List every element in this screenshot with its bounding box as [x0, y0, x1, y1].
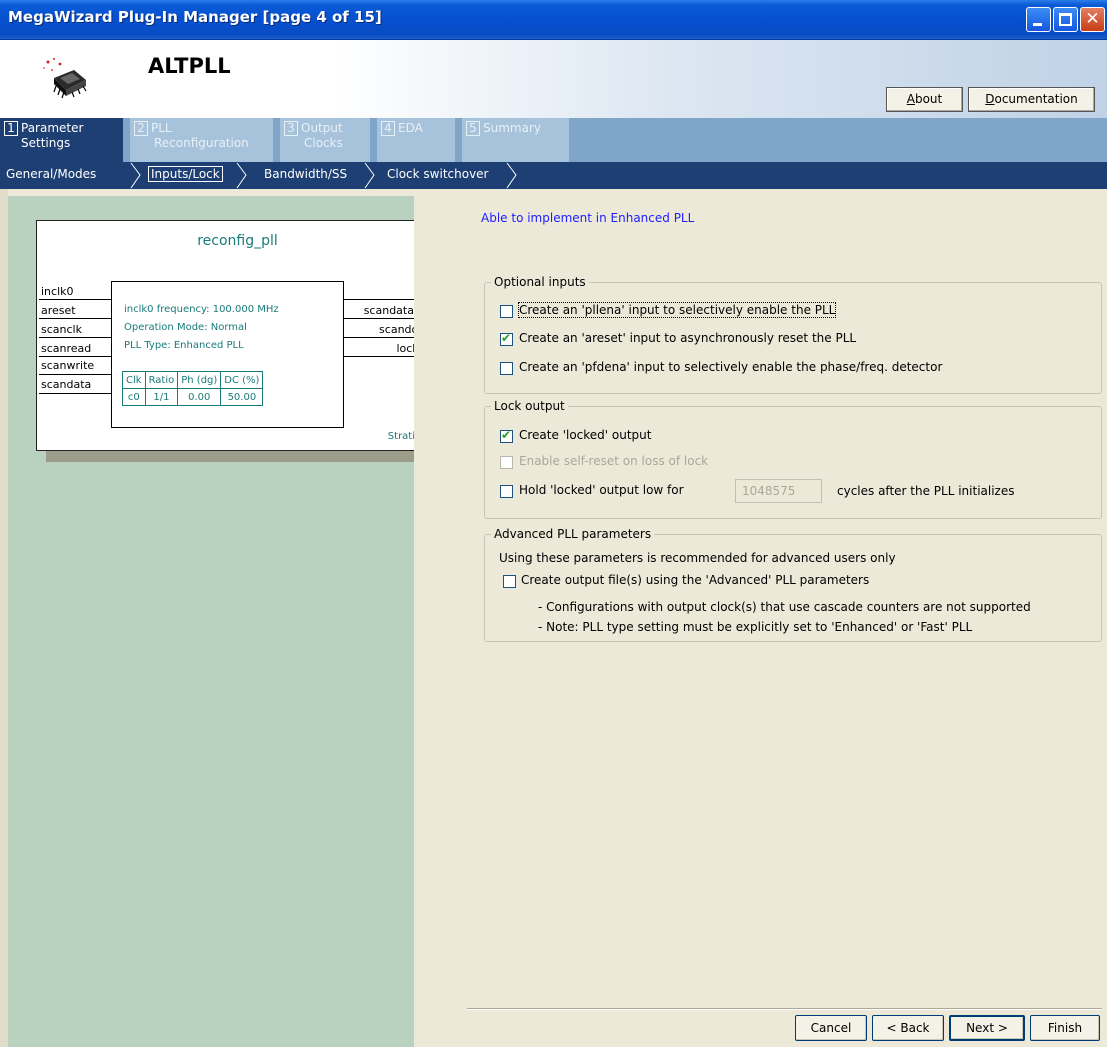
pll-info-frequency: inclk0 frequency: 100.000 MHz [124, 304, 279, 315]
pin-line [39, 393, 111, 394]
title-bar: MegaWizard Plug-In Manager [page 4 of 15… [0, 0, 1107, 40]
tab-label-line2: Reconfiguration [154, 136, 249, 150]
pll-info-mode: Operation Mode: Normal [124, 322, 247, 333]
tab-label: Parameter [21, 121, 84, 135]
left-panel-border [0, 189, 8, 1047]
tab-number: 2 [134, 121, 148, 136]
areset-checkbox[interactable] [500, 331, 513, 346]
chevron-right-icon [506, 162, 517, 189]
advanced-description: Using these parameters is recommended fo… [499, 551, 896, 565]
pin-line [39, 318, 111, 319]
pin-line [39, 374, 111, 375]
cancel-button[interactable]: Cancel [795, 1015, 867, 1041]
next-button[interactable]: Next > [949, 1015, 1025, 1041]
button-separator [467, 1008, 1102, 1010]
pin-areset: areset [41, 304, 76, 317]
table-cell: c0 [122, 388, 146, 406]
pin-line [39, 356, 111, 357]
pin-line [39, 299, 111, 300]
tab-label: Summary [483, 121, 541, 135]
tab-number: 1 [4, 121, 18, 136]
self-reset-checkbox[interactable] [500, 456, 513, 469]
self-reset-label: Enable self-reset on loss of lock [519, 454, 709, 468]
pin-scanread: scanread [41, 342, 92, 355]
tab-number: 5 [466, 121, 480, 136]
create-locked-label[interactable]: Create 'locked' output [519, 428, 651, 442]
documentation-button[interactable]: Documentation [968, 87, 1095, 112]
pin-scanclk: scanclk [41, 323, 82, 336]
tab-number: 3 [284, 121, 298, 136]
component-title: ALTPLL [148, 54, 231, 78]
window-title: MegaWizard Plug-In Manager [page 4 of 15… [8, 8, 382, 26]
finish-button[interactable]: Finish [1030, 1015, 1100, 1041]
tab-label-line2: Clocks [304, 136, 343, 150]
minimize-button[interactable] [1026, 7, 1051, 32]
table-header: DC (%) [220, 371, 264, 389]
advanced-note: - Note: PLL type setting must be explici… [538, 620, 973, 634]
table-cell: 1/1 [144, 388, 179, 406]
table-row: c0 1/1 0.00 50.00 [122, 388, 264, 406]
pin-line [39, 337, 111, 338]
tab-summary[interactable]: 5 Summary [462, 118, 569, 162]
subnav-clock-switchover[interactable]: Clock switchover [387, 167, 488, 181]
pllena-label[interactable]: Create an 'pllena' input to selectively … [517, 302, 837, 318]
group-legend: Optional inputs [491, 275, 589, 289]
tab-eda[interactable]: 4 EDA [377, 118, 455, 162]
group-legend: Advanced PLL parameters [491, 527, 655, 541]
close-button[interactable]: ✕ [1080, 7, 1105, 32]
pin-inclk0: inclk0 [41, 285, 74, 298]
table-header-row: Clk Ratio Ph (dg) DC (%) [122, 371, 264, 389]
create-locked-checkbox[interactable] [500, 428, 513, 443]
tab-label: PLL [151, 121, 172, 135]
wizard-tabs: 1 Parameter Settings 2 PLL Reconfiguration 3… [0, 118, 1107, 162]
pin-scanwrite: scanwrite [41, 359, 95, 372]
table-header: Ph (dg) [177, 371, 222, 389]
tab-output-clocks[interactable]: 3 Output Clocks [280, 118, 370, 162]
hold-locked-checkbox[interactable] [500, 485, 513, 498]
chevron-right-icon [130, 162, 141, 189]
advanced-note: - Configurations with output clock(s) th… [538, 600, 1031, 614]
tab-label-line2: Settings [21, 136, 71, 150]
group-legend: Lock output [491, 399, 568, 413]
pll-symbol: reconfig_pll inclk0 areset scanclk scanr… [36, 220, 439, 451]
table-header: Ratio [144, 371, 179, 389]
pll-clock-table: Clk Ratio Ph (dg) DC (%) c0 1/1 0.00 50.… [122, 371, 264, 406]
pfdena-label[interactable]: Create an 'pfdena' input to selectively … [519, 360, 942, 374]
hold-cycles-input[interactable]: 1048575 [735, 479, 822, 503]
symbol-name: reconfig_pll [197, 233, 278, 249]
table-cell: 50.00 [220, 388, 264, 406]
tab-label: Output [301, 121, 343, 135]
table-cell: 0.00 [177, 388, 222, 406]
back-button[interactable]: < Back [872, 1015, 944, 1041]
tab-number: 4 [381, 121, 395, 136]
maximize-button[interactable] [1053, 7, 1078, 32]
subnav-bandwidth-ss[interactable]: Bandwidth/SS [264, 167, 347, 181]
maximize-icon [1059, 13, 1072, 26]
areset-label[interactable]: Create an 'areset' input to asynchronous… [519, 331, 856, 345]
subnav-inputs-lock[interactable]: Inputs/Lock [148, 166, 223, 182]
table-header: Clk [122, 371, 146, 389]
close-icon: ✕ [1085, 9, 1100, 29]
tab-label: EDA [398, 121, 423, 135]
minimize-icon [1033, 23, 1042, 26]
tab-parameter-settings[interactable]: 1 Parameter Settings [0, 118, 123, 162]
tab-pll-reconfiguration[interactable]: 2 PLL Reconfiguration [130, 118, 273, 162]
sub-navigation: General/Modes Inputs/Lock Bandwidth/SS C… [0, 162, 1107, 189]
advanced-params-checkbox[interactable] [503, 575, 516, 588]
hold-cycles-suffix: cycles after the PLL initializes [837, 484, 1015, 498]
chevron-right-icon [364, 162, 375, 189]
implementation-status: Able to implement in Enhanced PLL [481, 211, 695, 225]
pllena-checkbox[interactable] [500, 305, 513, 318]
megawizard-chip-icon [42, 57, 87, 99]
pll-core-box: inclk0 frequency: 100.000 MHz Operation … [111, 281, 344, 428]
advanced-params-label[interactable]: Create output file(s) using the 'Advance… [521, 573, 869, 587]
chevron-right-icon [236, 162, 247, 189]
pll-info-type: PLL Type: Enhanced PLL [124, 340, 244, 351]
pfdena-checkbox[interactable] [500, 362, 513, 375]
pin-scandata: scandata [41, 378, 92, 391]
hold-locked-label[interactable]: Hold 'locked' output low for [519, 483, 684, 497]
about-button[interactable]: About [886, 87, 963, 112]
subnav-general-modes[interactable]: General/Modes [6, 167, 96, 181]
wizard-header: ALTPLL About Documentation [0, 40, 1107, 118]
